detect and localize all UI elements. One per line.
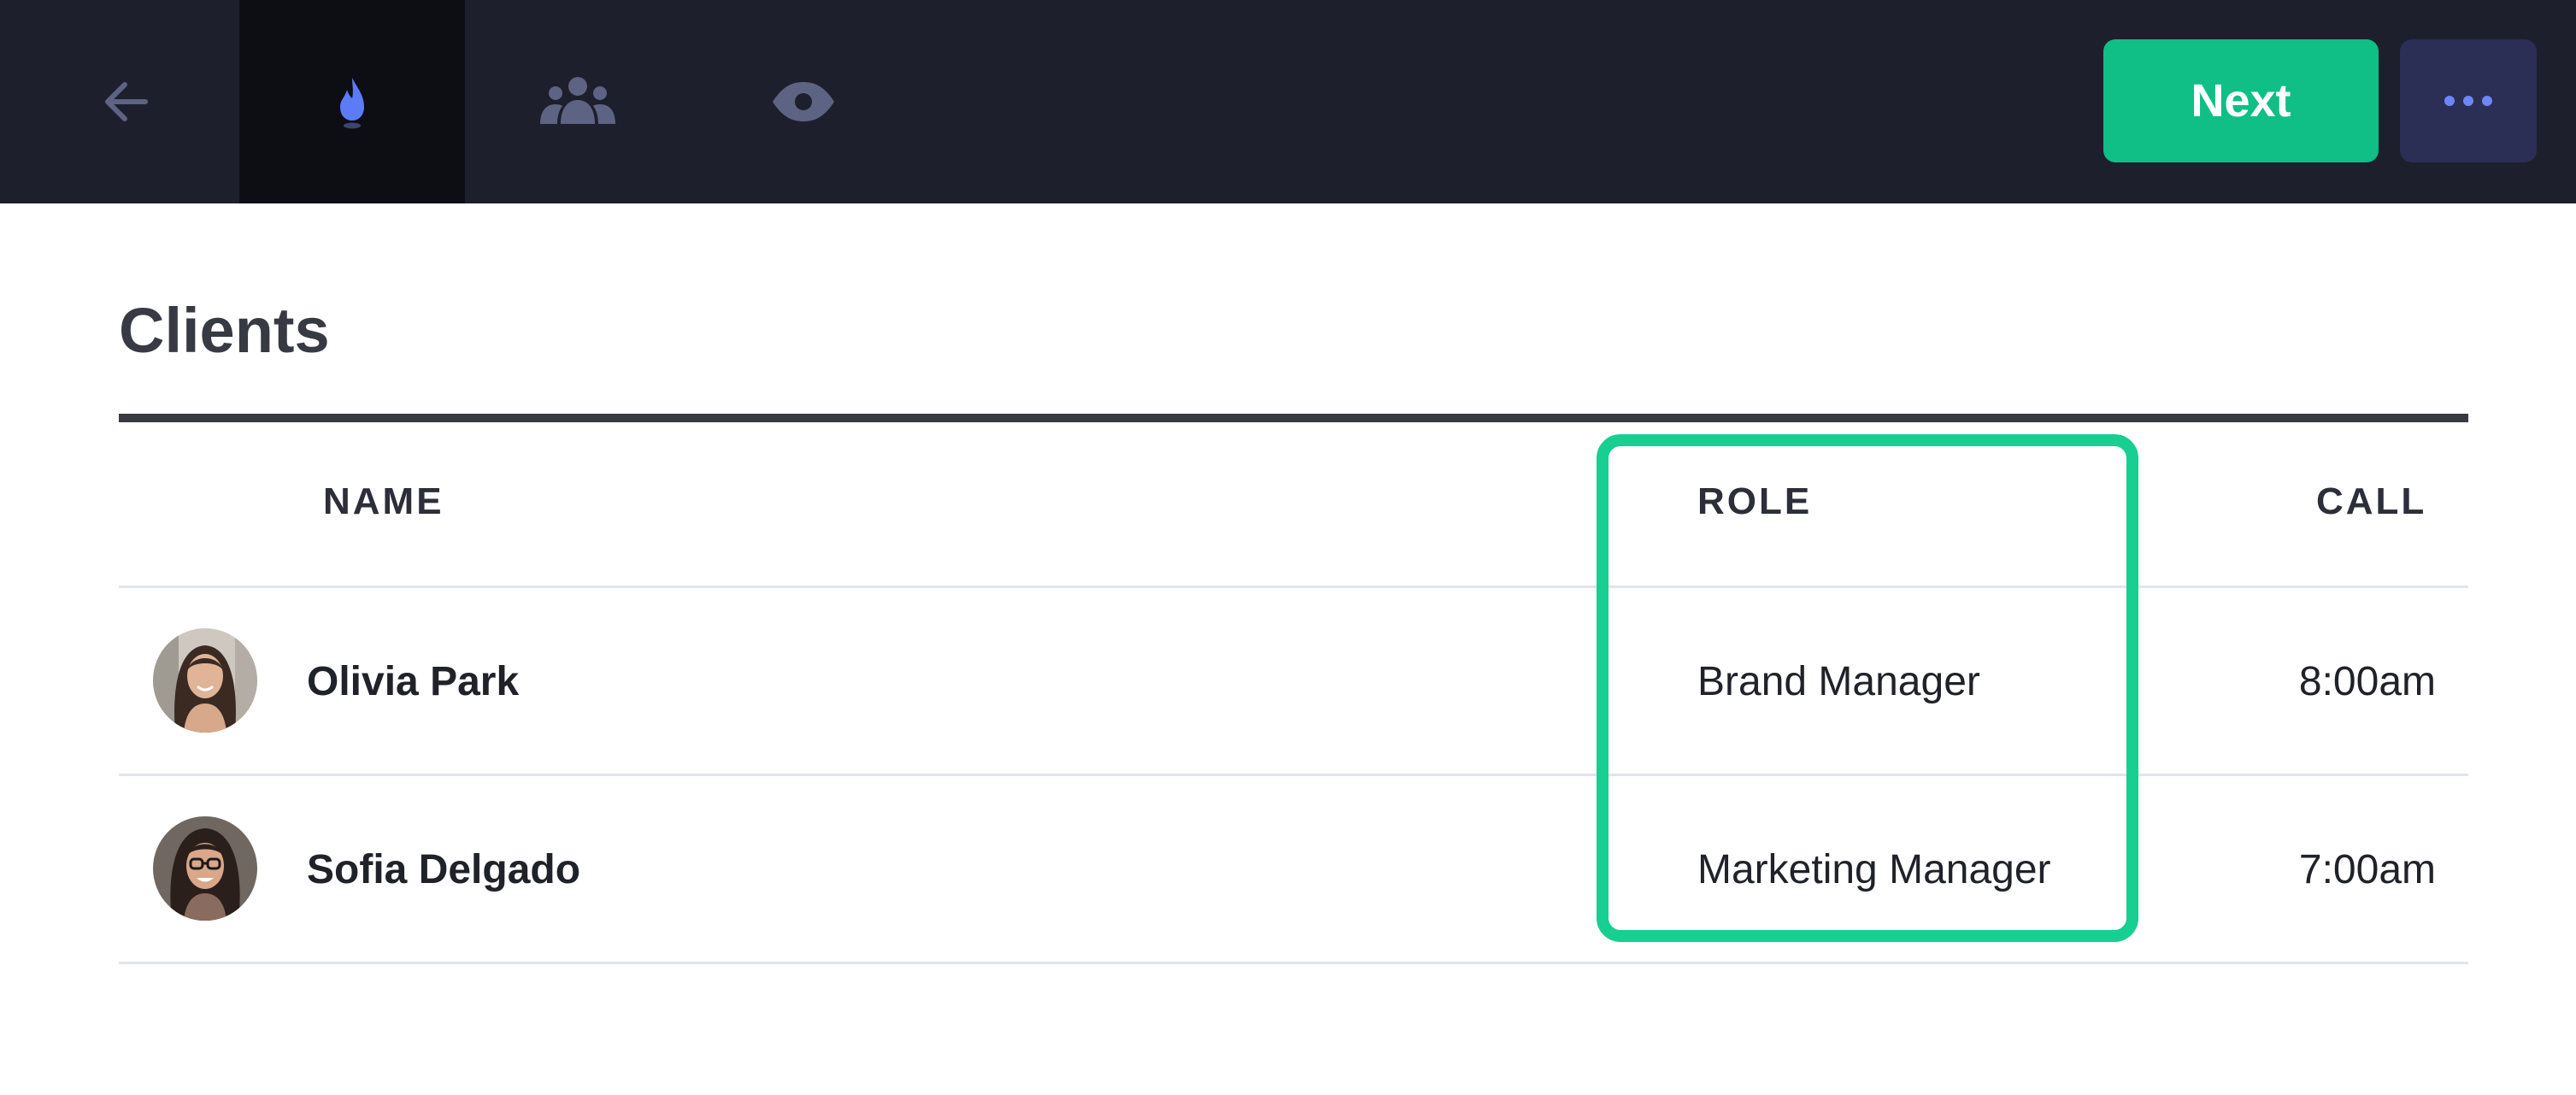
client-name[interactable]: Sofia Delgado [307, 850, 580, 891]
back-button[interactable] [14, 0, 239, 203]
ellipsis-icon [2444, 96, 2492, 106]
table-row[interactable]: Olivia Park Brand Manager 8:00am [119, 590, 2468, 776]
row-divider [119, 774, 2468, 776]
client-role: Brand Manager [1697, 659, 1980, 704]
client-role: Marketing Manager [1697, 847, 2051, 892]
row-divider [119, 962, 2468, 964]
page-title: Clients [119, 295, 330, 366]
avatar [153, 628, 257, 733]
title-divider [119, 414, 2468, 422]
tab-activity[interactable] [239, 0, 465, 203]
top-toolbar: Next [0, 0, 2576, 203]
client-call-time: 7:00am [2298, 847, 2436, 892]
arrow-left-icon [105, 82, 148, 121]
client-call-time: 8:00am [2298, 659, 2436, 704]
eye-icon [773, 82, 834, 121]
column-header-name[interactable]: NAME [323, 483, 444, 521]
flame-icon [340, 78, 364, 129]
more-options-button[interactable] [2400, 39, 2537, 162]
avatar [153, 816, 257, 921]
tab-preview[interactable] [691, 0, 916, 203]
column-header-role[interactable]: ROLE [1697, 483, 1812, 521]
people-icon [540, 77, 615, 124]
tab-people[interactable] [465, 0, 691, 203]
next-button[interactable]: Next [2103, 39, 2379, 162]
client-name[interactable]: Olivia Park [307, 662, 519, 703]
row-divider [119, 586, 2468, 588]
table-row[interactable]: Sofia Delgado Marketing Manager 7:00am [119, 778, 2468, 964]
column-header-call[interactable]: CALL [2316, 483, 2426, 521]
